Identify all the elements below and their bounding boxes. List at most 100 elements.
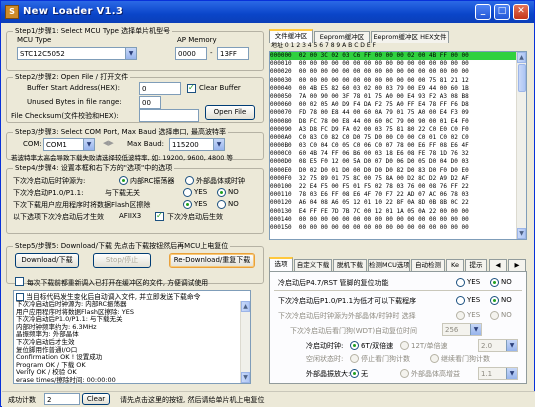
hex-row[interactable]: 000010 00 00 00 00 00 00 00 00 00 00 00 … bbox=[270, 60, 526, 68]
scan-ports-icon[interactable]: ◀▶ bbox=[103, 139, 114, 147]
hex-row[interactable]: 000110 78 03 E6 FF 08 E6 4F 70 F7 22 AD … bbox=[270, 191, 526, 199]
hex-bytes: 00 02 05 A0 D9 F4 DA F2 75 A0 FF E4 78 F… bbox=[298, 101, 469, 109]
auto-reload-label: 当目标代码发生变化后自动调入文件, 并立即发送下载命令 bbox=[26, 293, 201, 301]
hex-bytes: 78 03 E6 FF 08 E6 4F 70 F7 22 AD 07 AC 0… bbox=[298, 191, 469, 199]
osc-select[interactable]: 1.1 ▼ bbox=[478, 367, 518, 380]
com-port-select[interactable]: COM1 ▼ bbox=[43, 138, 95, 151]
clear-buffer-checkbox[interactable] bbox=[187, 83, 196, 93]
ext-clock-no-radio[interactable] bbox=[490, 311, 499, 320]
minimize-icon[interactable]: _ bbox=[475, 4, 491, 20]
hex-row[interactable]: 000050 7A 00 90 00 3F 78 01 75 A0 00 E4 … bbox=[270, 93, 526, 101]
hex-row[interactable]: 000070 FD 78 00 E8 44 00 60 0A 79 01 75 … bbox=[270, 109, 526, 117]
cold-start-checkbox[interactable] bbox=[155, 211, 164, 221]
maximize-icon[interactable]: □ bbox=[494, 4, 510, 20]
redownload-button[interactable]: Re-Download/重复下载 bbox=[169, 253, 255, 268]
tab-file-buffer[interactable]: 文件缓冲区 bbox=[269, 29, 313, 43]
ext-clock-yes-radio[interactable] bbox=[456, 311, 465, 320]
hex-view: 000000 02 00 3C 02 03 C6 FF 00 00 00 02 … bbox=[269, 51, 527, 240]
hex-row[interactable]: 0000A0 C0 83 C0 82 C0 D0 75 D0 00 C0 00 … bbox=[270, 134, 526, 142]
scroll-thumb[interactable] bbox=[518, 64, 526, 92]
chevron-down-icon[interactable]: ▼ bbox=[506, 340, 517, 351]
speed-12t-radio[interactable] bbox=[400, 341, 409, 350]
tab-auto-detect[interactable]: 自动检测 bbox=[411, 259, 445, 271]
p10-no-radio[interactable] bbox=[217, 188, 226, 197]
chevron-down-icon[interactable]: ▼ bbox=[470, 324, 481, 335]
hex-row[interactable]: 0000F0 32 75 89 01 75 8C 00 75 8A 00 D2 … bbox=[270, 175, 526, 183]
hex-scrollbar[interactable]: ▲ ▼ bbox=[516, 52, 526, 239]
auto-reload-checkbox[interactable] bbox=[16, 293, 24, 301]
open-file-button[interactable]: Open File bbox=[205, 105, 255, 120]
speed-select[interactable]: 2.0 ▼ bbox=[478, 339, 518, 352]
rst-no-label: NO bbox=[501, 278, 512, 286]
hex-row[interactable]: 0000C0 60 4B 74 FF 06 B6 00 03 18 E6 08 … bbox=[270, 150, 526, 158]
hex-row[interactable]: 000020 00 00 00 00 00 00 00 00 00 00 00 … bbox=[270, 68, 526, 76]
rst-yes-radio[interactable] bbox=[456, 278, 465, 287]
tab-ke[interactable]: Ke bbox=[446, 259, 464, 271]
chevron-down-icon[interactable]: ▼ bbox=[506, 368, 517, 379]
wdt-time-select[interactable]: 256 ▼ bbox=[442, 323, 482, 336]
hex-row[interactable]: 0000D0 08 E5 F0 12 00 5A D0 07 D0 06 D0 … bbox=[270, 158, 526, 166]
scroll-up-icon[interactable]: ▲ bbox=[241, 301, 250, 312]
chevron-down-icon[interactable]: ▼ bbox=[125, 48, 136, 59]
scroll-up-icon[interactable]: ▲ bbox=[517, 52, 526, 63]
hex-row[interactable]: 0000B0 03 C0 04 C0 05 C0 06 C0 07 78 00 … bbox=[270, 142, 526, 150]
tab-scroll-left[interactable]: ◀ bbox=[489, 259, 507, 271]
p10-yes-radio[interactable] bbox=[183, 188, 192, 197]
checksum-field bbox=[139, 109, 199, 122]
stop-button[interactable]: Stop/停止 bbox=[93, 253, 151, 268]
speed-6t-radio[interactable] bbox=[350, 341, 359, 350]
max-baud-select[interactable]: 115200 ▼ bbox=[169, 138, 225, 151]
p10-low-no-radio[interactable] bbox=[490, 296, 499, 305]
hex-bytes: FD 78 00 E8 44 00 60 0A 79 01 75 A0 00 E… bbox=[298, 109, 469, 117]
log-panel: 当目标代码发生变化后自动调入文件, 并立即发送下载命令 下次冷启动后时钟源为: … bbox=[13, 290, 251, 384]
hex-row[interactable]: 000030 00 00 00 00 00 00 00 00 00 00 00 … bbox=[270, 77, 526, 85]
hex-row[interactable]: 000090 A3 D8 FC D9 FA 02 00 03 75 81 80 … bbox=[270, 126, 526, 134]
hex-address: 0000B0 bbox=[270, 142, 292, 150]
close-icon[interactable]: ✕ bbox=[513, 4, 529, 20]
log-scrollbar[interactable]: ▲ ▼ bbox=[240, 301, 250, 383]
buffer-start-input[interactable]: 0 bbox=[139, 82, 181, 95]
hex-row[interactable]: 000150 00 00 00 00 00 00 00 00 00 00 00 … bbox=[270, 224, 526, 232]
scroll-down-icon[interactable]: ▼ bbox=[241, 372, 250, 383]
idle-continue-radio[interactable] bbox=[430, 354, 439, 363]
erase-yes-radio[interactable] bbox=[183, 200, 192, 209]
hex-row[interactable]: 000100 22 E4 F5 00 F5 01 F5 02 78 03 76 … bbox=[270, 183, 526, 191]
hex-bytes: 00 00 00 00 00 00 00 00 00 00 00 00 00 0… bbox=[298, 223, 469, 231]
osc-none-radio[interactable] bbox=[350, 369, 359, 378]
tab-scroll-right[interactable]: ▶ bbox=[508, 259, 526, 271]
unused-bytes-label: Unused Bytes in file range: bbox=[27, 98, 122, 106]
hex-row[interactable]: 000120 A6 04 08 A6 05 12 01 10 22 8F 0A … bbox=[270, 199, 526, 207]
clock-internal-radio[interactable] bbox=[119, 176, 128, 185]
hex-row[interactable]: 000060 00 02 05 A0 D9 F4 DA F2 75 A0 FF … bbox=[270, 101, 526, 109]
chevron-down-icon[interactable]: ▼ bbox=[213, 139, 224, 150]
idle-stop-radio[interactable] bbox=[350, 354, 359, 363]
clock-external-radio[interactable] bbox=[185, 176, 194, 185]
rst-no-radio[interactable] bbox=[490, 278, 499, 287]
title-bar[interactable]: S New Loader V1.3 _ □ ✕ bbox=[1, 1, 534, 23]
clear-count-button[interactable]: Clear bbox=[82, 393, 110, 405]
scroll-down-icon[interactable]: ▼ bbox=[517, 228, 526, 239]
chevron-down-icon[interactable]: ▼ bbox=[83, 139, 94, 150]
hex-address: 000100 bbox=[270, 183, 292, 190]
tab-hints[interactable]: 提示 bbox=[465, 259, 487, 271]
hex-row[interactable]: 000140 00 00 00 00 00 00 00 00 00 00 00 … bbox=[270, 216, 526, 224]
main-window: S New Loader V1.3 _ □ ✕ Step1/步骤1: Selec… bbox=[0, 0, 535, 407]
tab-offline-download[interactable]: 脱机下载 bbox=[333, 259, 367, 271]
tab-custom-download[interactable]: 自定义下载 bbox=[294, 259, 332, 271]
ap-memory-dash: - bbox=[210, 49, 213, 57]
erase-no-radio[interactable] bbox=[217, 200, 226, 209]
hex-row[interactable]: 0000E0 D0 02 D0 01 D0 00 D0 D0 D0 82 D0 … bbox=[270, 167, 526, 175]
osc-high-radio[interactable] bbox=[400, 369, 409, 378]
tab-options[interactable]: 选项 bbox=[269, 257, 293, 271]
download-button[interactable]: Download/下载 bbox=[15, 253, 79, 268]
hex-row[interactable]: 000080 D8 FC 78 00 E8 44 00 60 0C 79 00 … bbox=[270, 118, 526, 126]
hex-address: 000110 bbox=[270, 191, 292, 199]
p10-low-yes-radio[interactable] bbox=[456, 296, 465, 305]
tab-check-mcu[interactable]: 检测MCU选项 bbox=[368, 259, 410, 271]
mcu-type-select[interactable]: STC12C5052 ▼ bbox=[17, 47, 137, 60]
hex-row[interactable]: 000130 E4 FF FE 7D 7B 7C 00 12 01 1A 05 … bbox=[270, 208, 526, 216]
reload-file-checkbox[interactable] bbox=[15, 277, 24, 286]
hex-row[interactable]: 000040 00 4B E5 82 60 03 02 00 03 79 00 … bbox=[270, 85, 526, 93]
hex-row[interactable]: 000000 02 00 3C 02 03 C6 FF 00 00 00 02 … bbox=[270, 52, 526, 61]
unused-bytes-input[interactable]: 00 bbox=[139, 96, 161, 109]
